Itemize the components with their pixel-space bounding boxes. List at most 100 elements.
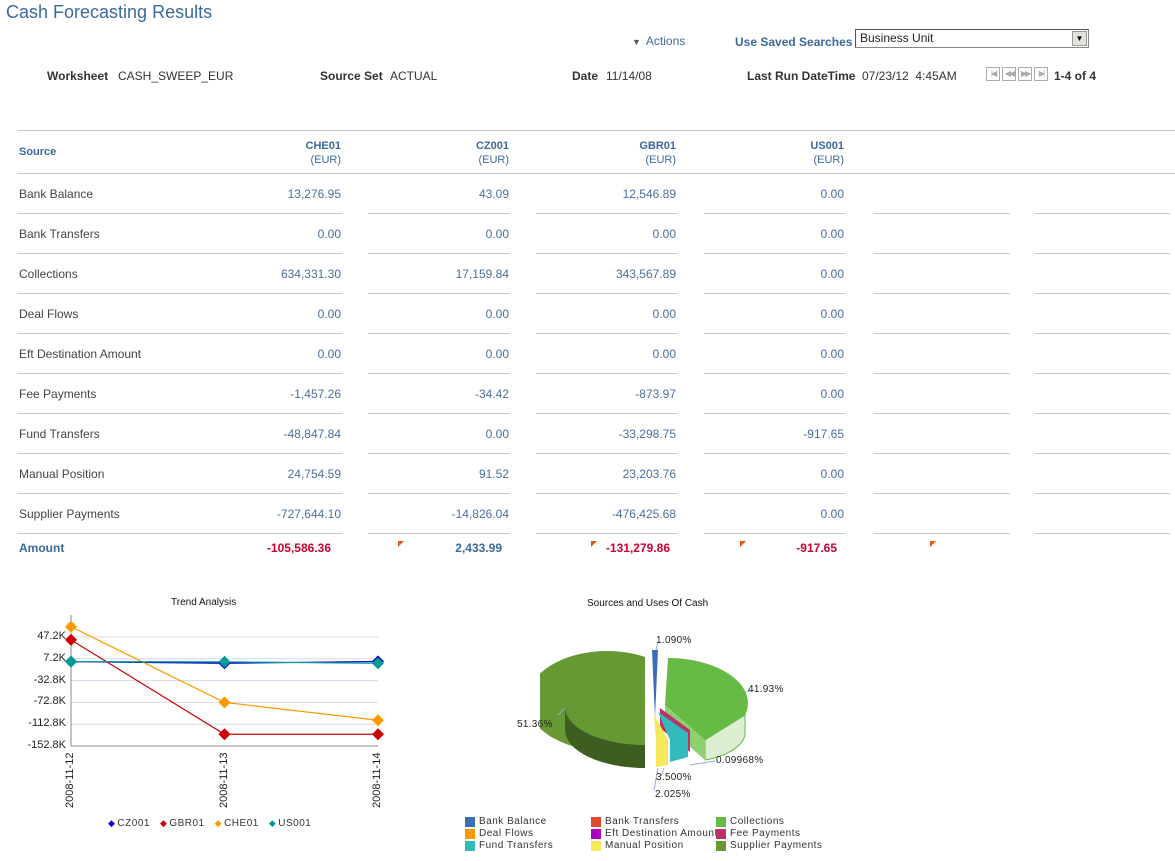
row-separator: [17, 413, 343, 414]
legend-label: Fund Transfers: [479, 840, 553, 851]
table-cell: 17,159.84: [369, 267, 509, 281]
row-separator: [873, 493, 1010, 494]
table-cell: 0.00: [536, 307, 676, 321]
date-value: 11/14/08: [606, 69, 652, 83]
table-cell: 0.00: [704, 227, 844, 241]
legend-swatch-icon: [716, 841, 726, 851]
table-cell: 0.00: [201, 307, 341, 321]
legend-label: Manual Position: [605, 840, 684, 851]
row-label: Bank Transfers: [19, 227, 100, 241]
table-cell: 0.00: [704, 387, 844, 401]
legend-marker-icon: ◆: [160, 818, 167, 829]
row-label: Fee Payments: [19, 387, 96, 401]
legend-item: ◆CHE01: [215, 818, 259, 829]
row-separator: [1035, 533, 1170, 534]
worksheet-value: CASH_SWEEP_EUR: [118, 69, 233, 83]
last-page-icon[interactable]: ▶|: [1034, 67, 1048, 81]
table-cell: 0.00: [201, 347, 341, 361]
saved-searches-select[interactable]: Business Unit▼: [855, 29, 1089, 48]
pie-legend-item: Collections: [716, 816, 784, 827]
last-run-value: 07/23/12 4:45AM: [862, 69, 957, 83]
table-cell: 12,546.89: [536, 187, 676, 201]
legend-label: US001: [278, 818, 311, 829]
legend-label: Bank Transfers: [605, 816, 679, 827]
flag-icon: [398, 541, 404, 547]
row-separator: [536, 453, 677, 454]
table-cell: -33,298.75: [536, 427, 676, 441]
table-cell: -873.97: [536, 387, 676, 401]
row-separator: [704, 293, 845, 294]
actions-menu[interactable]: ▼Actions: [632, 34, 685, 48]
row-separator: [873, 293, 1010, 294]
row-separator: [704, 493, 845, 494]
row-separator: [17, 333, 343, 334]
row-separator: [17, 253, 343, 254]
total-amount[interactable]: -917.65: [697, 541, 837, 555]
next-page-icon[interactable]: ▶▶: [1018, 67, 1032, 81]
table-cell: 343,567.89: [536, 267, 676, 281]
source-set-value: ACTUAL: [390, 69, 437, 83]
column-currency: (EUR): [241, 153, 341, 167]
y-tick-label: -112.8K: [18, 717, 66, 729]
pie-legend-item: Bank Balance: [465, 816, 547, 827]
legend-marker-icon: ◆: [269, 818, 276, 829]
row-separator: [17, 493, 343, 494]
row-label: Fund Transfers: [19, 427, 100, 441]
chevron-down-icon[interactable]: ▼: [1072, 31, 1087, 46]
pie-legend-item: Deal Flows: [465, 828, 533, 839]
pie-label-supplier-payments: 51.36%: [517, 719, 553, 730]
row-separator: [704, 373, 845, 374]
date-label: Date: [572, 69, 598, 83]
last-run-label: Last Run DateTime: [747, 69, 855, 83]
x-tick-label: 2008-11-12: [64, 753, 76, 808]
first-page-icon[interactable]: |◀: [986, 67, 1000, 81]
flag-icon: [591, 541, 597, 547]
table-cell: 23,203.76: [536, 467, 676, 481]
column-unit: US001: [744, 139, 844, 153]
total-amount[interactable]: -131,279.86: [530, 541, 670, 555]
row-separator: [704, 533, 845, 534]
row-separator: [368, 533, 510, 534]
pie-label-fund-transfers: 3.500%: [656, 772, 692, 783]
pie-legend-item: Fee Payments: [716, 828, 800, 839]
pie-legend-item: Eft Destination Amount: [591, 828, 718, 839]
legend-label: Supplier Payments: [730, 840, 822, 851]
table-cell: 13,276.95: [201, 187, 341, 201]
column-header: CZ001(EUR): [409, 139, 509, 167]
table-cell: 24,754.59: [201, 467, 341, 481]
table-cell: 0.00: [704, 347, 844, 361]
row-label: Collections: [19, 267, 78, 281]
row-separator: [536, 493, 677, 494]
table-cell: 0.00: [536, 227, 676, 241]
previous-page-icon[interactable]: ◀◀: [1002, 67, 1016, 81]
series-line-gbr01: [71, 640, 378, 734]
table-cell: 0.00: [201, 227, 341, 241]
table-cell: 0.00: [704, 187, 844, 201]
row-separator: [368, 293, 510, 294]
row-separator: [704, 253, 845, 254]
legend-label: Collections: [730, 816, 784, 827]
row-separator: [873, 413, 1010, 414]
legend-label: Fee Payments: [730, 828, 800, 839]
table-cell: 91.52: [369, 467, 509, 481]
pager-count: 1-4 of 4: [1054, 69, 1096, 83]
source-column-header: Source: [19, 146, 56, 158]
row-separator: [873, 213, 1010, 214]
total-amount[interactable]: 2,433.99: [362, 541, 502, 555]
y-tick-label: 7.2K: [18, 652, 66, 664]
table-cell: 0.00: [369, 427, 509, 441]
legend-label: CHE01: [224, 818, 259, 829]
column-unit: GBR01: [576, 139, 676, 153]
legend-label: Eft Destination Amount: [605, 828, 718, 839]
page-title: Cash Forecasting Results: [6, 2, 212, 23]
table-cell: -476,425.68: [536, 507, 676, 521]
data-point-che01: [65, 621, 77, 633]
table-cell: -917.65: [704, 427, 844, 441]
table-cell: 0.00: [369, 307, 509, 321]
legend-swatch-icon: [591, 829, 601, 839]
table-cell: 43.09: [369, 187, 509, 201]
table-cell: -34.42: [369, 387, 509, 401]
total-amount[interactable]: -105,586.36: [191, 541, 331, 555]
pie-label-bank-balance: 1.090%: [656, 635, 692, 646]
row-separator: [1035, 293, 1170, 294]
